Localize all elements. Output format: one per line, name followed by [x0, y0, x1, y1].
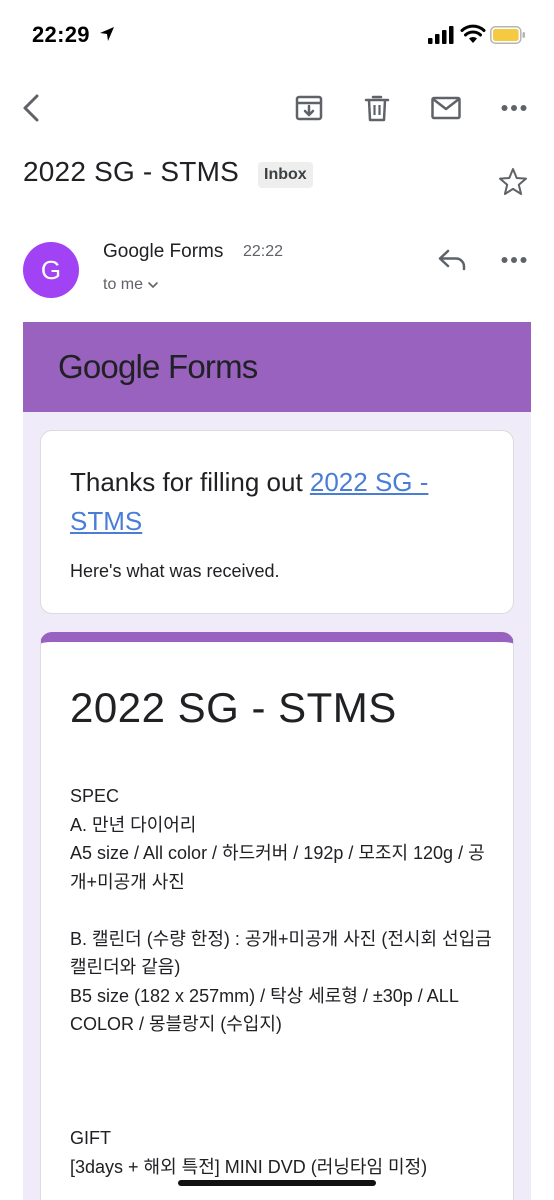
- received-text: Here's what was received.: [70, 561, 280, 581]
- form-title: 2022 SG - STMS: [70, 684, 397, 731]
- status-time: 22:29: [32, 22, 90, 47]
- sent-time: 22:22: [243, 243, 284, 260]
- archive-icon: [295, 95, 323, 121]
- back-arrow-icon: [23, 94, 39, 122]
- location-arrow-icon: [100, 27, 114, 41]
- description-line: A. 만년 다이어리: [70, 814, 197, 835]
- inbox-label-chip[interactable]: Inbox: [258, 162, 313, 188]
- status-bar: 22:29: [0, 0, 554, 70]
- google-forms-logo: Google Forms: [58, 348, 258, 385]
- thanks-text: Thanks for filling out: [70, 467, 310, 497]
- wifi-icon: [460, 24, 486, 43]
- email-screen: 22:29 2022 SG - STMS Inbox G Google Form…: [0, 0, 554, 1200]
- description-line: [70, 1096, 500, 1125]
- cellular-signal-icon: [428, 26, 454, 44]
- chevron-down-icon: [148, 282, 158, 289]
- back-button[interactable]: [10, 86, 54, 130]
- confirmation-card: Thanks for filling out 2022 SG - STMS He…: [40, 430, 514, 614]
- home-indicator[interactable]: [178, 1180, 376, 1186]
- sender-avatar[interactable]: G: [23, 242, 79, 298]
- description-line: [70, 896, 500, 925]
- description-line: [3days + 해외 특전] MINI DVD (러닝타임 미정): [70, 1156, 428, 1177]
- description-line: A5 size / All color / 하드커버 / 192p / 모조지 …: [70, 843, 485, 892]
- recipient-details-toggle[interactable]: to me: [103, 276, 159, 294]
- reply-icon: [438, 249, 466, 271]
- mail-icon: [431, 96, 461, 120]
- email-body: Google Forms Thanks for filling out 2022…: [23, 322, 531, 1200]
- star-icon[interactable]: [496, 165, 530, 199]
- reply-button[interactable]: [432, 240, 472, 280]
- description-line: B. 캘린더 (수량 한정) : 공개+미공개 사진 (전시회 선입금 캘린더와…: [70, 928, 492, 978]
- description-line: GIFT: [70, 1128, 111, 1148]
- form-description: SPEC A. 만년 다이어리 A5 size / All color / 하드…: [70, 782, 500, 1181]
- description-line: [70, 1039, 500, 1068]
- description-line: [70, 1067, 500, 1096]
- message-more-button[interactable]: [494, 240, 534, 280]
- google-forms-header: Google Forms: [23, 322, 531, 412]
- more-horizontal-icon: [501, 257, 527, 263]
- trash-icon: [364, 95, 390, 122]
- battery-icon: [490, 26, 525, 44]
- sender-name: Google Forms: [103, 241, 224, 262]
- thanks-message: Thanks for filling out 2022 SG - STMS: [70, 463, 490, 541]
- form-response-card: 2022 SG - STMS SPEC A. 만년 다이어리 A5 size /…: [40, 632, 514, 1200]
- description-line: B5 size (182 x 257mm) / 탁상 세로형 / ±30p / …: [70, 985, 459, 1035]
- mark-unread-button[interactable]: [424, 86, 468, 130]
- email-subject: 2022 SG - STMS: [23, 156, 239, 187]
- description-line: SPEC: [70, 786, 120, 806]
- email-toolbar: [0, 80, 554, 136]
- recipient-label: to me: [103, 276, 144, 293]
- more-options-button[interactable]: [492, 86, 536, 130]
- archive-button[interactable]: [287, 86, 331, 130]
- more-horizontal-icon: [501, 105, 527, 111]
- delete-button[interactable]: [355, 86, 399, 130]
